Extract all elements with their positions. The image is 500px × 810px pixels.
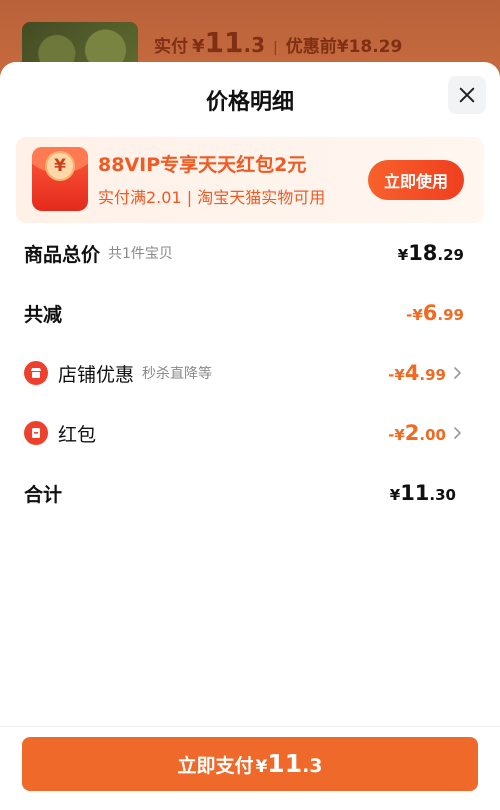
row-red-packet[interactable]: 红包 -¥ 2 .00 xyxy=(24,413,464,453)
vip-red-packet-banner: ¥ 88VIP专享天天红包2元 实付满2.01 | 淘宝天猫实物可用 立即使用 xyxy=(16,137,484,223)
price-detail-sheet: 价格明细 ¥ 88VIP专享天天红包2元 实付满2.01 | 淘宝天猫实物可用 … xyxy=(0,62,500,810)
grand-total-label: 合计 xyxy=(24,483,63,506)
red-envelope-icon: ¥ xyxy=(32,147,88,211)
goods-total-amount: ¥ 18 .29 xyxy=(397,241,464,265)
pay-now-button[interactable]: 立即支付 ¥ 11 .3 xyxy=(22,737,478,791)
promo-title: 88VIP专享天天红包2元 xyxy=(98,154,307,176)
shop-icon xyxy=(24,361,48,385)
row-grand-total: 合计 ¥ 11 .30 xyxy=(24,473,456,513)
sheet-title: 价格明细 xyxy=(205,90,294,115)
coin-symbol: ¥ xyxy=(45,151,75,181)
promo-subtitle: 实付满2.01 | 淘宝天猫实物可用 xyxy=(98,188,326,207)
background-price-label: 实付 xyxy=(154,37,188,57)
shop-discount-amount: -¥ 4 .99 xyxy=(388,361,446,385)
red-packet-amount: -¥ 2 .00 xyxy=(388,421,446,445)
chevron-right-icon xyxy=(454,427,461,439)
use-now-button[interactable]: 立即使用 xyxy=(368,160,464,200)
background-price-summary: 实付 ¥ 11 .3 | 优惠前¥18.29 xyxy=(154,26,402,59)
footer-divider xyxy=(0,726,500,727)
goods-total-label: 商品总价 xyxy=(24,243,101,266)
row-goods-total: 商品总价 共1件宝贝 ¥ 18 .29 xyxy=(24,233,464,273)
close-button[interactable] xyxy=(448,76,486,114)
shop-discount-label: 店铺优惠 xyxy=(58,363,135,386)
background-original-price: 优惠前¥18.29 xyxy=(285,37,403,57)
grand-total-amount: ¥ 11 .30 xyxy=(389,481,456,505)
background-price-integer: 11 xyxy=(204,26,244,59)
pay-amount-decimal: .3 xyxy=(302,755,323,777)
row-total-reduction: 共减 -¥ 6 .99 xyxy=(24,293,464,333)
background-price-separator: | xyxy=(273,40,278,56)
shop-discount-note: 秒杀直降等 xyxy=(142,366,213,382)
red-packet-icon xyxy=(24,421,48,445)
close-icon xyxy=(459,87,475,103)
pay-currency: ¥ xyxy=(255,757,268,777)
background-price-decimal: .3 xyxy=(243,33,266,57)
background-price-currency: ¥ xyxy=(192,36,205,57)
pay-now-label: 立即支付 xyxy=(177,755,254,777)
goods-count: 共1件宝贝 xyxy=(108,246,173,262)
reduction-amount: -¥ 6 .99 xyxy=(406,301,464,325)
chevron-right-icon xyxy=(454,367,461,379)
pay-amount-integer: 11 xyxy=(267,749,303,778)
reduction-label: 共减 xyxy=(24,303,63,326)
row-shop-discount[interactable]: 店铺优惠 秒杀直降等 -¥ 4 .99 xyxy=(24,353,464,393)
red-packet-label: 红包 xyxy=(58,423,97,446)
